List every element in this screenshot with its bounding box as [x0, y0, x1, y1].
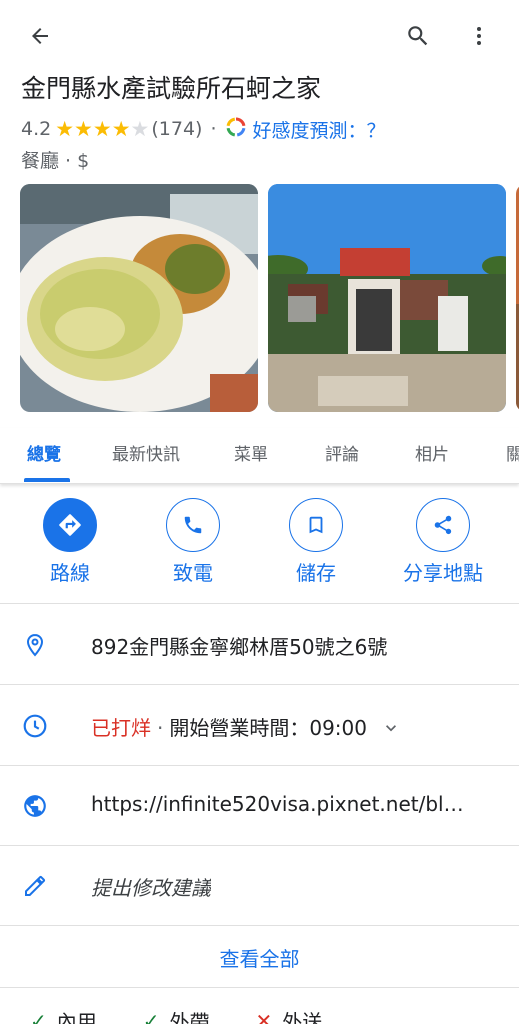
service-label: 內用: [56, 1010, 97, 1024]
check-icon: ✓: [30, 1008, 47, 1024]
call-label: 致電: [173, 561, 213, 585]
see-all-button[interactable]: 查看全部: [0, 926, 519, 988]
tab-active-indicator: [24, 478, 70, 482]
website-link[interactable]: https://infinite520visa.pixnet.net/bl…: [91, 792, 464, 816]
share-label: 分享地點: [403, 561, 483, 585]
share-circle: [416, 498, 470, 552]
call-button[interactable]: 致電: [138, 498, 248, 586]
rating-stars: ★ ★ ★ ★ ★: [55, 118, 149, 140]
star-empty-icon: ★: [130, 117, 150, 141]
location-pin-icon: [22, 632, 48, 658]
website-row[interactable]: https://infinite520visa.pixnet.net/bl…: [0, 766, 519, 846]
star-icon: ★: [111, 117, 131, 141]
more-vert-icon: [477, 27, 481, 45]
star-icon: ★: [55, 117, 75, 141]
globe-icon: [22, 793, 48, 819]
save-label: 儲存: [296, 561, 336, 585]
suggest-edit-row[interactable]: 提出修改建議: [0, 846, 519, 926]
share-button[interactable]: 分享地點: [388, 498, 498, 586]
phone-icon: [184, 516, 202, 534]
share-icon: [434, 515, 452, 535]
service-options: ✓ 內用 ✓ 外帶 ✕ 外送: [30, 1006, 368, 1024]
address-row[interactable]: 892金門縣金寧鄉林厝50號之6號: [0, 605, 519, 685]
cross-icon: ✕: [255, 1008, 273, 1024]
service-takeout: ✓ 外帶: [143, 1006, 210, 1024]
pencil-icon: [22, 873, 48, 899]
arrow-back-icon: [32, 28, 48, 44]
rating-row[interactable]: 4.2 ★ ★ ★ ★ ★ (174) · 好感度預測：？: [21, 114, 386, 144]
save-circle: [289, 498, 343, 552]
address-text: 892金門縣金寧鄉林厝50號之6號: [91, 635, 388, 659]
tab-updates[interactable]: 最新快訊: [112, 440, 180, 465]
tab-menu[interactable]: 菜單: [234, 440, 268, 465]
tab-overview[interactable]: 總覽: [27, 440, 61, 465]
save-button[interactable]: 儲存: [261, 498, 371, 586]
separator-dot: ·: [157, 716, 164, 740]
tab-reviews[interactable]: 評論: [325, 440, 359, 465]
match-prediction-link[interactable]: 好感度預測：？: [253, 116, 386, 143]
service-label: 外帶: [169, 1010, 210, 1024]
star-icon: ★: [74, 117, 93, 141]
google-ring-icon: [225, 116, 247, 143]
separator-dot: ·: [210, 118, 217, 140]
photo-food[interactable]: [20, 184, 258, 412]
call-circle: [166, 498, 220, 552]
tab-bar: 總覽 最新快訊 菜單 評論 相片 關: [0, 428, 519, 484]
hours-status: 已打烊: [91, 716, 151, 740]
search-button[interactable]: [396, 14, 440, 58]
directions-icon: [59, 514, 81, 536]
place-category: 餐廳 · $: [21, 150, 90, 172]
suggest-edit-text: 提出修改建議: [91, 876, 211, 900]
place-title: 金門縣水產試驗所石蚵之家: [21, 74, 322, 103]
review-count: (174): [151, 118, 203, 140]
hours-text: 已打烊 · 開始營業時間：09:00: [91, 712, 401, 741]
tab-about[interactable]: 關: [506, 440, 519, 465]
photo-carousel[interactable]: [20, 184, 519, 412]
directions-button[interactable]: 路線: [15, 498, 125, 586]
action-buttons: 路線 致電 儲存 分享地點: [0, 498, 519, 604]
star-icon: ★: [92, 117, 112, 141]
service-label: 外送: [282, 1010, 323, 1024]
top-app-bar: [0, 0, 519, 72]
rating-value: 4.2: [21, 118, 52, 140]
directions-circle: [43, 498, 97, 552]
directions-label: 路線: [50, 561, 90, 585]
check-icon: ✓: [142, 1008, 160, 1024]
chevron-down-icon: [386, 725, 397, 732]
bookmark-icon: [309, 516, 323, 534]
service-delivery: ✕ 外送: [256, 1006, 323, 1024]
hours-row[interactable]: 已打烊 · 開始營業時間：09:00: [0, 686, 519, 766]
hours-detail: 開始營業時間：09:00: [169, 716, 367, 740]
search-icon: [408, 26, 428, 46]
tab-photos[interactable]: 相片: [415, 440, 449, 465]
back-button[interactable]: [18, 14, 62, 58]
service-dine-in: ✓ 內用: [30, 1006, 97, 1024]
more-options-button[interactable]: [457, 14, 501, 58]
clock-icon: [22, 713, 48, 739]
photo-storefront[interactable]: [268, 184, 506, 412]
